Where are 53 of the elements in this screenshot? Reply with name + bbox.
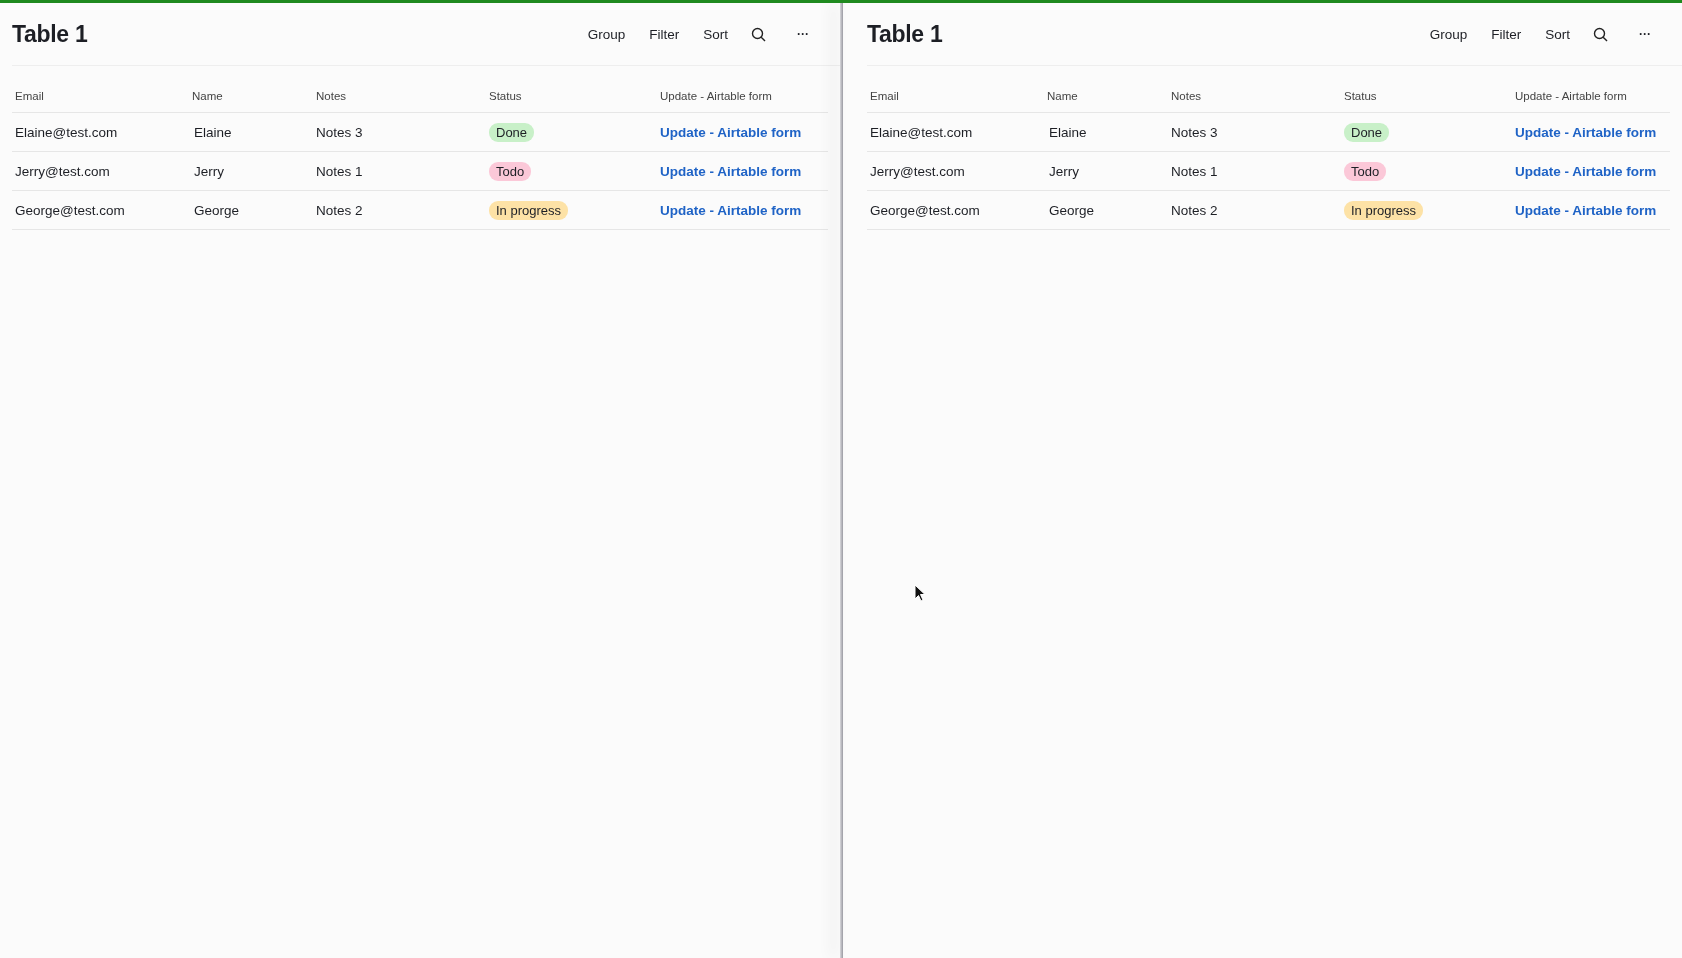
form-link[interactable]: Update - Airtable form [1515,163,1657,179]
column-header: Status [1343,90,1378,102]
table-cell-text: Elaine@test.com [869,124,974,140]
table-cell-text: George@test.com [14,202,126,218]
toolbar-button[interactable]: Filter [640,22,689,46]
table-cell-text: Notes 1 [315,163,364,179]
table-cell-text: Notes 3 [1170,124,1219,140]
column-header: Update - Airtable form [659,90,773,102]
table-cell-text: Elaine [193,124,233,140]
table-cell-text: Jerry [193,163,225,179]
status-tag: Todo [489,161,532,181]
column-header: Email [869,90,900,102]
form-link[interactable]: Update - Airtable form [1515,124,1657,140]
column-header: Notes [315,90,348,102]
table-cell-text: Jerry@test.com [869,163,966,179]
more-button[interactable]: ··· [1630,23,1660,45]
form-link[interactable]: Update - Airtable form [660,124,802,140]
status-tag: In progress [489,200,569,220]
table-cell-text: Elaine [1048,124,1088,140]
table-title: Table 1 [867,20,943,48]
table-cell-text: Notes 1 [1170,163,1219,179]
table-cell-text: Notes 2 [1170,202,1219,218]
column-header: Email [14,90,45,102]
toolbar-button[interactable]: Sort [1536,22,1579,46]
table-cell-text: George@test.com [869,202,981,218]
status-tag: Todo [1344,161,1387,181]
table-cell-text: Notes 3 [315,124,364,140]
toolbar-button[interactable]: Group [578,22,635,46]
table-cell-text: George [1048,202,1096,218]
column-header: Update - Airtable form [1514,90,1628,102]
table-cell-text: Elaine@test.com [14,124,119,140]
column-header: Name [191,90,224,102]
status-tag: Done [489,122,535,142]
search-icon [1593,26,1608,42]
toolbar-button[interactable]: Filter [1482,22,1531,46]
table-cell-text: Jerry@test.com [14,163,111,179]
status-tag: In progress [1344,200,1424,220]
column-header: Notes [1170,90,1203,102]
search-icon [751,26,766,42]
table-cell-text: Jerry [1048,163,1080,179]
form-link[interactable]: Update - Airtable form [660,163,802,179]
column-header: Status [488,90,523,102]
table-cell-text: Notes 2 [315,202,364,218]
toolbar-button[interactable]: Group [1420,22,1477,46]
table-cell-text: George [193,202,241,218]
form-link[interactable]: Update - Airtable form [1515,202,1657,218]
more-button[interactable]: ··· [788,23,818,45]
cursor-icon [914,584,926,602]
column-header: Name [1046,90,1079,102]
status-tag: Done [1344,122,1390,142]
form-link[interactable]: Update - Airtable form [660,202,802,218]
table-title: Table 1 [12,20,88,48]
toolbar-button[interactable]: Sort [694,22,737,46]
